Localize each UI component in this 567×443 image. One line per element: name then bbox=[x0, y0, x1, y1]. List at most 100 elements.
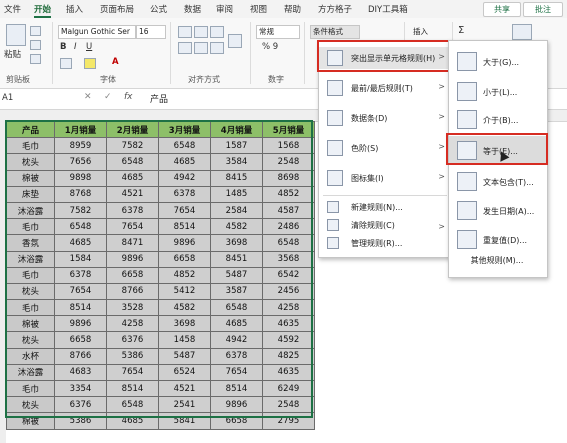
sales-cell[interactable]: 9896 bbox=[54, 315, 107, 333]
sales-cell[interactable]: 6548 bbox=[106, 153, 159, 171]
sales-cell[interactable]: 6658 bbox=[158, 250, 211, 268]
copy-icon[interactable] bbox=[30, 40, 41, 50]
sales-cell[interactable]: 4852 bbox=[158, 266, 211, 284]
sales-cell[interactable]: 4582 bbox=[210, 218, 263, 236]
sales-cell[interactable]: 1485 bbox=[210, 185, 263, 203]
product-cell[interactable]: 水杯 bbox=[6, 347, 55, 365]
sales-cell[interactable]: 4942 bbox=[158, 169, 211, 187]
underline-button[interactable]: U bbox=[86, 42, 92, 52]
wrap-text-icon[interactable] bbox=[228, 34, 242, 48]
product-cell[interactable]: 沐浴露 bbox=[6, 250, 55, 268]
sales-cell[interactable]: 4825 bbox=[262, 347, 315, 365]
format-painter-icon[interactable] bbox=[30, 54, 41, 64]
share-button[interactable]: 共享 bbox=[483, 2, 521, 17]
submenu-item-greater-than[interactable]: 大于(G)... bbox=[449, 47, 547, 75]
sales-cell[interactable]: 4685 bbox=[158, 153, 211, 171]
sales-cell[interactable]: 5841 bbox=[158, 412, 211, 430]
cut-icon[interactable] bbox=[30, 26, 41, 36]
sales-cell[interactable]: 8471 bbox=[106, 234, 159, 252]
sales-cell[interactable]: 6524 bbox=[158, 363, 211, 382]
product-cell[interactable]: 香氛 bbox=[6, 234, 55, 252]
function-icon[interactable]: fx bbox=[124, 92, 133, 102]
menu-item-manage-rules[interactable]: 管理规则(R)... bbox=[319, 235, 451, 251]
sales-cell[interactable]: 6548 bbox=[54, 218, 107, 236]
submenu-item-less-than[interactable]: 小于(L)... bbox=[449, 77, 547, 105]
sales-cell[interactable]: 2584 bbox=[210, 201, 263, 220]
sales-cell[interactable]: 7654 bbox=[54, 282, 107, 301]
sales-cell[interactable]: 4685 bbox=[54, 234, 107, 252]
sales-cell[interactable]: 3698 bbox=[158, 315, 211, 333]
sales-cell[interactable]: 6378 bbox=[106, 201, 159, 220]
product-cell[interactable]: 棉被 bbox=[6, 412, 55, 430]
sales-cell[interactable]: 8959 bbox=[54, 137, 107, 155]
sales-cell[interactable]: 1584 bbox=[54, 250, 107, 268]
italic-button[interactable]: I bbox=[74, 42, 77, 52]
sales-cell[interactable]: 1458 bbox=[158, 331, 211, 349]
submenu-item-duplicate-values[interactable]: 重复值(D)... bbox=[449, 225, 547, 253]
paste-button[interactable]: 粘贴 bbox=[4, 48, 21, 60]
sales-cell[interactable]: 4685 bbox=[106, 412, 159, 430]
cancel-icon[interactable]: ✕ bbox=[84, 92, 92, 102]
sales-cell[interactable]: 8415 bbox=[210, 169, 263, 187]
tab-data[interactable]: 数据 bbox=[184, 3, 201, 15]
align-center-icon[interactable] bbox=[194, 42, 208, 54]
product-cell[interactable]: 沐浴露 bbox=[6, 363, 55, 382]
sales-cell[interactable]: 6658 bbox=[106, 266, 159, 284]
menu-item-new-rule[interactable]: 新建规则(N)... bbox=[319, 199, 451, 215]
sales-cell[interactable]: 3354 bbox=[54, 379, 107, 398]
sales-cell[interactable]: 6658 bbox=[210, 412, 263, 430]
tab-help[interactable]: 帮助 bbox=[284, 3, 301, 15]
sales-cell[interactable]: 8514 bbox=[210, 379, 263, 398]
header-cell[interactable]: 2月销量 bbox=[106, 120, 159, 139]
formula-input[interactable]: 产品 bbox=[150, 92, 168, 105]
sales-cell[interactable]: 5412 bbox=[158, 282, 211, 301]
sales-cell[interactable]: 7654 bbox=[106, 218, 159, 236]
sales-cell[interactable]: 2486 bbox=[262, 218, 315, 236]
find-select-icon[interactable] bbox=[512, 24, 532, 40]
sales-cell[interactable]: 8514 bbox=[106, 379, 159, 398]
name-box[interactable]: A1 bbox=[2, 92, 56, 105]
align-right-icon[interactable] bbox=[210, 42, 224, 54]
menu-item-data-bars[interactable]: 数据条(D) > bbox=[319, 107, 451, 129]
product-cell[interactable]: 毛巾 bbox=[6, 379, 55, 398]
sales-cell[interactable]: 4587 bbox=[262, 201, 315, 220]
sales-cell[interactable]: 3587 bbox=[210, 282, 263, 301]
paste-icon[interactable] bbox=[6, 24, 26, 46]
number-format-select[interactable]: 常规 bbox=[256, 25, 300, 39]
header-cell[interactable]: 3月销量 bbox=[158, 120, 211, 139]
sales-cell[interactable]: 6378 bbox=[210, 347, 263, 365]
comment-button[interactable]: 批注 bbox=[523, 2, 563, 17]
sales-cell[interactable]: 4685 bbox=[106, 169, 159, 187]
sales-cell[interactable]: 3584 bbox=[210, 153, 263, 171]
product-cell[interactable]: 沐浴露 bbox=[6, 201, 55, 220]
sales-cell[interactable]: 5386 bbox=[54, 412, 107, 430]
sales-cell[interactable]: 4258 bbox=[106, 315, 159, 333]
fill-color-icon[interactable] bbox=[84, 58, 96, 69]
percent-button[interactable]: % 9 bbox=[262, 42, 278, 52]
bold-button[interactable]: B bbox=[60, 42, 66, 52]
sales-cell[interactable]: 4635 bbox=[262, 315, 315, 333]
sales-cell[interactable]: 3698 bbox=[210, 234, 263, 252]
header-cell[interactable]: 1月销量 bbox=[54, 120, 107, 139]
align-bottom-icon[interactable] bbox=[210, 26, 224, 38]
product-cell[interactable]: 毛巾 bbox=[6, 218, 55, 236]
sales-cell[interactable]: 9896 bbox=[210, 396, 263, 414]
sales-cell[interactable]: 4521 bbox=[106, 185, 159, 203]
sales-cell[interactable]: 8698 bbox=[262, 169, 315, 187]
product-cell[interactable]: 棉被 bbox=[6, 169, 55, 187]
sales-cell[interactable]: 6249 bbox=[262, 379, 315, 398]
tab-file[interactable]: 文件 bbox=[4, 3, 21, 15]
sales-cell[interactable]: 7656 bbox=[54, 153, 107, 171]
sales-cell[interactable]: 2548 bbox=[262, 153, 315, 171]
header-cell[interactable]: 产品 bbox=[6, 120, 55, 139]
sales-cell[interactable]: 5487 bbox=[210, 266, 263, 284]
sales-cell[interactable]: 6378 bbox=[54, 266, 107, 284]
tab-formulas[interactable]: 公式 bbox=[150, 3, 167, 15]
tab-home[interactable]: 开始 bbox=[34, 3, 52, 18]
sales-cell[interactable]: 2795 bbox=[262, 412, 315, 430]
sales-cell[interactable]: 6658 bbox=[54, 331, 107, 349]
product-cell[interactable]: 床垫 bbox=[6, 185, 55, 203]
sales-cell[interactable]: 8514 bbox=[54, 299, 107, 317]
sales-cell[interactable]: 7654 bbox=[158, 201, 211, 220]
product-cell[interactable]: 毛巾 bbox=[6, 266, 55, 284]
